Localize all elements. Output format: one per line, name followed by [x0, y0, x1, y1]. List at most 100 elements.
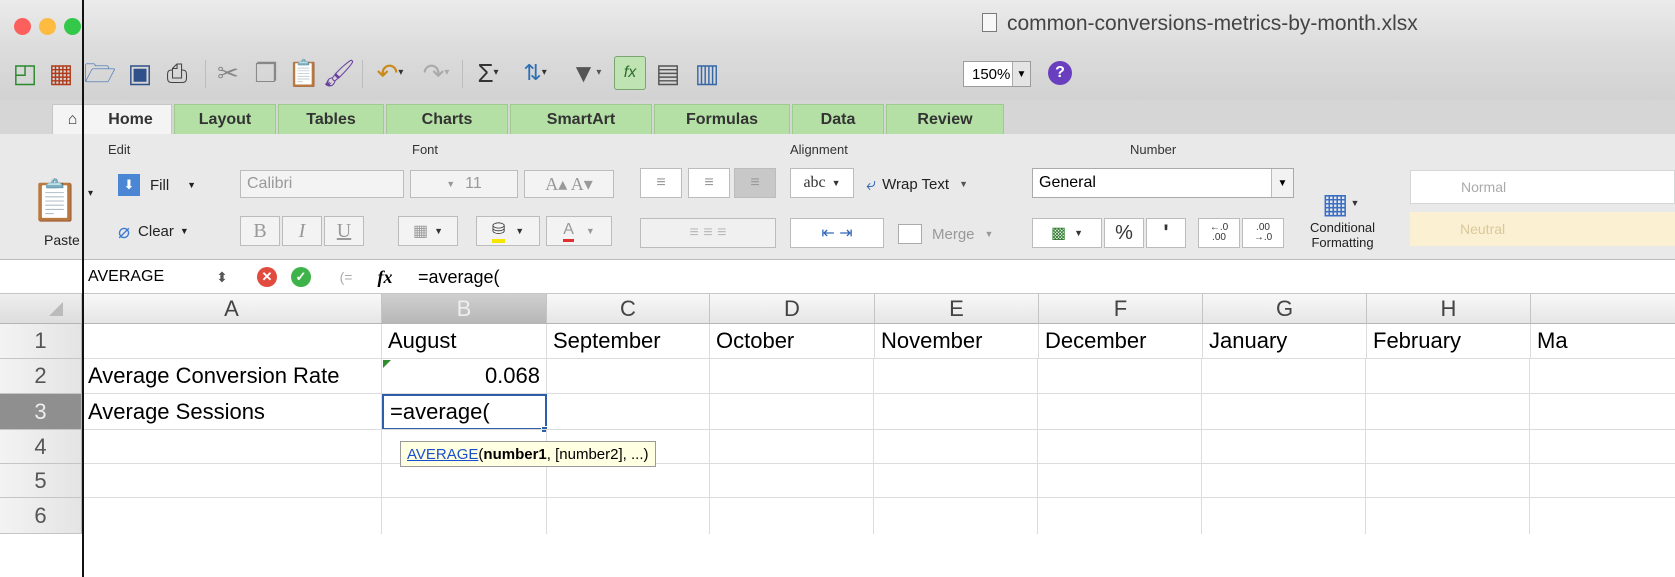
borders-button[interactable]: ▦ ▼	[398, 216, 458, 246]
column-header-a[interactable]: A	[82, 294, 382, 324]
empty-cells-area[interactable]	[547, 359, 1675, 534]
font-name-select[interactable]: Calibri	[240, 170, 404, 198]
row-header-2[interactable]: 2	[0, 359, 82, 394]
cell-i1[interactable]: Ma	[1531, 324, 1675, 359]
tab-data[interactable]: Data	[792, 104, 884, 134]
column-header-g[interactable]: G	[1203, 294, 1367, 324]
wrap-text-button[interactable]: ⤶ Wrap Text ▼	[866, 172, 968, 196]
paste-icon[interactable]: 📋	[288, 56, 320, 90]
redo-icon[interactable]: ↷ ▾	[416, 56, 456, 90]
align-middle-button[interactable]: ≡	[688, 168, 730, 198]
underline-button[interactable]: U	[324, 216, 364, 246]
name-box-stepper-icon[interactable]: ⬍	[214, 265, 230, 289]
templates-icon[interactable]: ▦	[46, 56, 76, 90]
cell-b1[interactable]: August	[382, 324, 547, 359]
tab-tables[interactable]: Tables	[278, 104, 384, 134]
cell-e1[interactable]: November	[875, 324, 1039, 359]
style-normal[interactable]: Normal	[1410, 170, 1675, 204]
help-icon[interactable]: ?	[1045, 56, 1075, 90]
copy-icon[interactable]: ❐	[250, 56, 282, 90]
percent-style-button[interactable]: %	[1104, 218, 1144, 248]
select-all-corner[interactable]	[0, 294, 82, 324]
row-header-6[interactable]: 6	[0, 498, 82, 534]
zoom-select[interactable]: 150% ▼	[963, 61, 1031, 87]
row-header-4[interactable]: 4	[0, 430, 82, 464]
conditional-formatting-button[interactable]: Conditional Formatting	[1310, 220, 1375, 250]
new-document-icon[interactable]: ◰	[10, 56, 40, 90]
paste-label[interactable]: Paste	[44, 232, 80, 248]
zoom-window-button[interactable]	[64, 18, 81, 35]
open-folder-icon[interactable]: 🗁	[84, 56, 116, 90]
paste-large-icon[interactable]: 📋	[30, 172, 80, 228]
paste-dropdown-icon[interactable]: ▾	[88, 188, 93, 199]
print-icon[interactable]: ⎙	[160, 56, 194, 90]
cell-h1[interactable]: February	[1367, 324, 1531, 359]
currency-format-button[interactable]: ▩ ▼	[1032, 218, 1102, 248]
cell-c1[interactable]: September	[547, 324, 710, 359]
cell-a1[interactable]	[82, 324, 382, 359]
cell-d1[interactable]: October	[710, 324, 875, 359]
save-icon[interactable]: ▣	[124, 56, 156, 90]
column-header-b[interactable]: B	[382, 294, 547, 324]
autosum-icon[interactable]: Σ ▾	[468, 56, 508, 90]
number-format-select[interactable]: General ▼	[1032, 168, 1294, 198]
formula-builder-toggle-icon[interactable]: (=	[326, 265, 366, 289]
tab-formulas[interactable]: Formulas	[654, 104, 790, 134]
column-header-d[interactable]: D	[710, 294, 875, 324]
row-header-5[interactable]: 5	[0, 464, 82, 498]
comma-style-button[interactable]: '	[1146, 218, 1186, 248]
grow-shrink-font-buttons[interactable]: A▴ A▾	[524, 170, 614, 198]
close-window-button[interactable]	[14, 18, 31, 35]
sort-icon[interactable]: ⇅ ▾	[512, 56, 558, 90]
column-header-h[interactable]: H	[1367, 294, 1531, 324]
tab-home[interactable]: Home	[90, 104, 172, 134]
font-color-button[interactable]: A ▼	[546, 216, 612, 246]
column-header-e[interactable]: E	[875, 294, 1039, 324]
function-help-link[interactable]: AVERAGE	[407, 446, 478, 463]
home-icon[interactable]: ⌂	[52, 104, 92, 134]
formula-builder-icon[interactable]: fx	[614, 56, 646, 90]
insert-function-button[interactable]: fx	[370, 265, 400, 289]
horizontal-align-buttons[interactable]: ≡ ≡ ≡	[640, 218, 776, 248]
column-header-i[interactable]	[1531, 294, 1675, 324]
indent-buttons[interactable]: ⇤ ⇥	[790, 218, 884, 248]
align-top-button[interactable]: ≡	[640, 168, 682, 198]
conditional-formatting-icon[interactable]: ▦ ▼	[1322, 188, 1382, 219]
clear-button[interactable]: ⌀ Clear ▼	[118, 220, 189, 243]
name-box[interactable]: AVERAGE	[70, 263, 210, 291]
decrease-decimal-button[interactable]: .00 →.0	[1242, 218, 1284, 248]
filter-icon[interactable]: ▼ ▾	[564, 56, 608, 90]
fill-color-button[interactable]: ⛁ ▼	[476, 216, 540, 246]
cell-b3-active[interactable]: =average(	[382, 394, 547, 430]
merge-button[interactable]: Merge ▼	[898, 222, 993, 246]
cell-f1[interactable]: December	[1039, 324, 1203, 359]
font-size-select[interactable]: ▼ 11	[410, 170, 518, 198]
italic-button[interactable]: I	[282, 216, 322, 246]
cell-a3[interactable]: Average Sessions	[82, 394, 382, 430]
row-header-3[interactable]: 3	[0, 394, 82, 430]
column-header-f[interactable]: F	[1039, 294, 1203, 324]
tab-layout[interactable]: Layout	[174, 104, 276, 134]
cell-b2[interactable]: 0.068	[382, 359, 547, 394]
row-header-1[interactable]: 1	[0, 324, 82, 359]
cell-g1[interactable]: January	[1203, 324, 1367, 359]
tab-smartart[interactable]: SmartArt	[510, 104, 652, 134]
toolbox-icon[interactable]: ▥	[690, 56, 724, 90]
format-painter-icon[interactable]: 🖌	[322, 56, 356, 90]
gallery-icon[interactable]: ▤	[652, 56, 684, 90]
tab-review[interactable]: Review	[886, 104, 1004, 134]
text-orientation-button[interactable]: abc ▼	[790, 168, 854, 198]
tab-charts[interactable]: Charts	[386, 104, 508, 134]
style-neutral[interactable]: Neutral	[1410, 212, 1675, 246]
fill-button[interactable]: ⬇ Fill ▼	[118, 174, 196, 196]
formula-input[interactable]: =average(	[418, 265, 500, 289]
cancel-formula-button[interactable]: ✕	[256, 265, 278, 289]
bold-button[interactable]: B	[240, 216, 280, 246]
increase-decimal-button[interactable]: ←.0.00	[1198, 218, 1240, 248]
minimize-window-button[interactable]	[39, 18, 56, 35]
column-header-c[interactable]: C	[547, 294, 710, 324]
cut-icon[interactable]: ✂	[212, 56, 244, 90]
undo-icon[interactable]: ↶ ▾	[370, 56, 410, 90]
enter-formula-button[interactable]: ✓	[290, 265, 312, 289]
align-bottom-button[interactable]: ≡	[734, 168, 776, 198]
